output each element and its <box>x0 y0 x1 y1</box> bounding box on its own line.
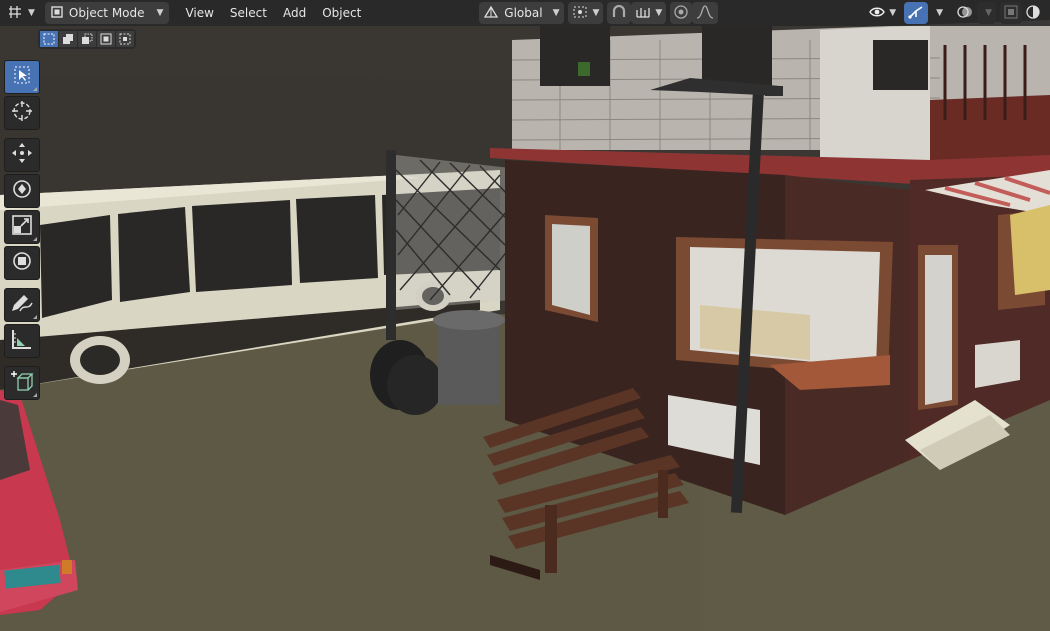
solid-shading-button[interactable] <box>1022 2 1044 24</box>
add-cube-icon <box>10 370 34 396</box>
menu-view[interactable]: View <box>177 6 221 20</box>
transform-orientation-selector[interactable]: Global ▼ <box>479 2 565 24</box>
proportional-edit-toggle[interactable] <box>670 2 693 24</box>
gizmo-dropdown[interactable]: ▼ <box>928 2 947 24</box>
pivot-icon <box>572 5 588 22</box>
snap-toggle[interactable] <box>607 2 632 24</box>
editor-type-selector[interactable]: ▼ <box>4 2 39 24</box>
magnet-icon <box>611 4 627 22</box>
pencil-icon <box>10 293 34 317</box>
gizmo-icon <box>908 5 924 22</box>
orientation-label: Global <box>504 6 543 20</box>
pivot-point-selector[interactable]: ▼ <box>568 2 604 24</box>
globe-axes-icon <box>8 5 24 22</box>
select-extend-button[interactable] <box>59 31 77 47</box>
ruler-icon <box>11 328 33 354</box>
object-mode-icon <box>51 5 63 21</box>
select-subtract-icon <box>82 33 93 44</box>
add-cube-tool[interactable] <box>4 366 40 400</box>
chevron-down-icon: ▼ <box>592 8 600 18</box>
select-new-icon <box>43 33 55 45</box>
scale-tool[interactable] <box>4 210 40 244</box>
select-invert-icon <box>100 33 112 45</box>
visibility-selector[interactable]: ▼ <box>865 2 900 24</box>
select-extend-icon <box>63 34 73 44</box>
snap-target-selector[interactable]: ▼ <box>631 2 667 24</box>
scale-icon <box>12 215 32 239</box>
select-subtract-button[interactable] <box>78 31 96 47</box>
select-intersect-button[interactable] <box>116 31 134 47</box>
tool-shelf <box>4 60 40 402</box>
cursor-tool[interactable] <box>4 96 40 130</box>
orientation-icon <box>484 5 499 21</box>
menu-add[interactable]: Add <box>275 6 314 20</box>
select-invert-button[interactable] <box>97 31 115 47</box>
transform-tool[interactable] <box>4 246 40 280</box>
rotate-tool[interactable] <box>4 174 40 208</box>
solid-shading-icon <box>1026 4 1040 22</box>
select-box-tool[interactable] <box>4 60 40 94</box>
menu-object[interactable]: Object <box>314 6 369 20</box>
menu-select[interactable]: Select <box>222 6 275 20</box>
chevron-down-icon: ▼ <box>655 8 663 18</box>
scene-render <box>0 0 1050 631</box>
snap-target-icon <box>635 5 651 22</box>
mode-label: Object Mode <box>68 6 145 20</box>
select-new-button[interactable] <box>40 31 58 47</box>
overlay-icon <box>957 5 973 22</box>
chevron-down-icon: ▼ <box>28 8 35 18</box>
chevron-down-icon: ▼ <box>889 8 897 18</box>
select-intersect-icon <box>119 33 131 45</box>
mode-selector[interactable]: Object Mode ▼ <box>44 2 170 24</box>
rotate-icon <box>11 178 33 204</box>
viewport-header: ▼ Object Mode ▼ View Select Add Object G… <box>0 0 1050 26</box>
chevron-down-icon: ▼ <box>552 8 560 18</box>
gizmo-toggle[interactable] <box>904 2 929 24</box>
selection-mode-group <box>38 29 136 49</box>
overlay-dropdown[interactable]: ▼ <box>977 2 996 24</box>
cursor-arrow-icon <box>14 66 30 88</box>
xray-toggle[interactable] <box>1000 2 1022 24</box>
3d-viewport[interactable] <box>0 0 1050 631</box>
transform-icon <box>11 250 33 276</box>
move-tool[interactable] <box>4 138 40 172</box>
measure-tool[interactable] <box>4 324 40 358</box>
chevron-down-icon: ▼ <box>936 8 944 18</box>
falloff-selector[interactable] <box>692 2 719 24</box>
chevron-down-icon: ▼ <box>985 8 992 18</box>
move-arrows-icon <box>11 142 33 168</box>
eye-icon <box>869 6 886 21</box>
annotate-tool[interactable] <box>4 288 40 322</box>
3d-cursor-icon <box>11 100 33 126</box>
xray-icon <box>1004 5 1018 22</box>
falloff-curve-icon <box>696 4 714 22</box>
proportional-edit-icon <box>674 4 688 22</box>
overlay-toggle[interactable] <box>953 2 977 24</box>
chevron-down-icon: ▼ <box>156 8 164 18</box>
